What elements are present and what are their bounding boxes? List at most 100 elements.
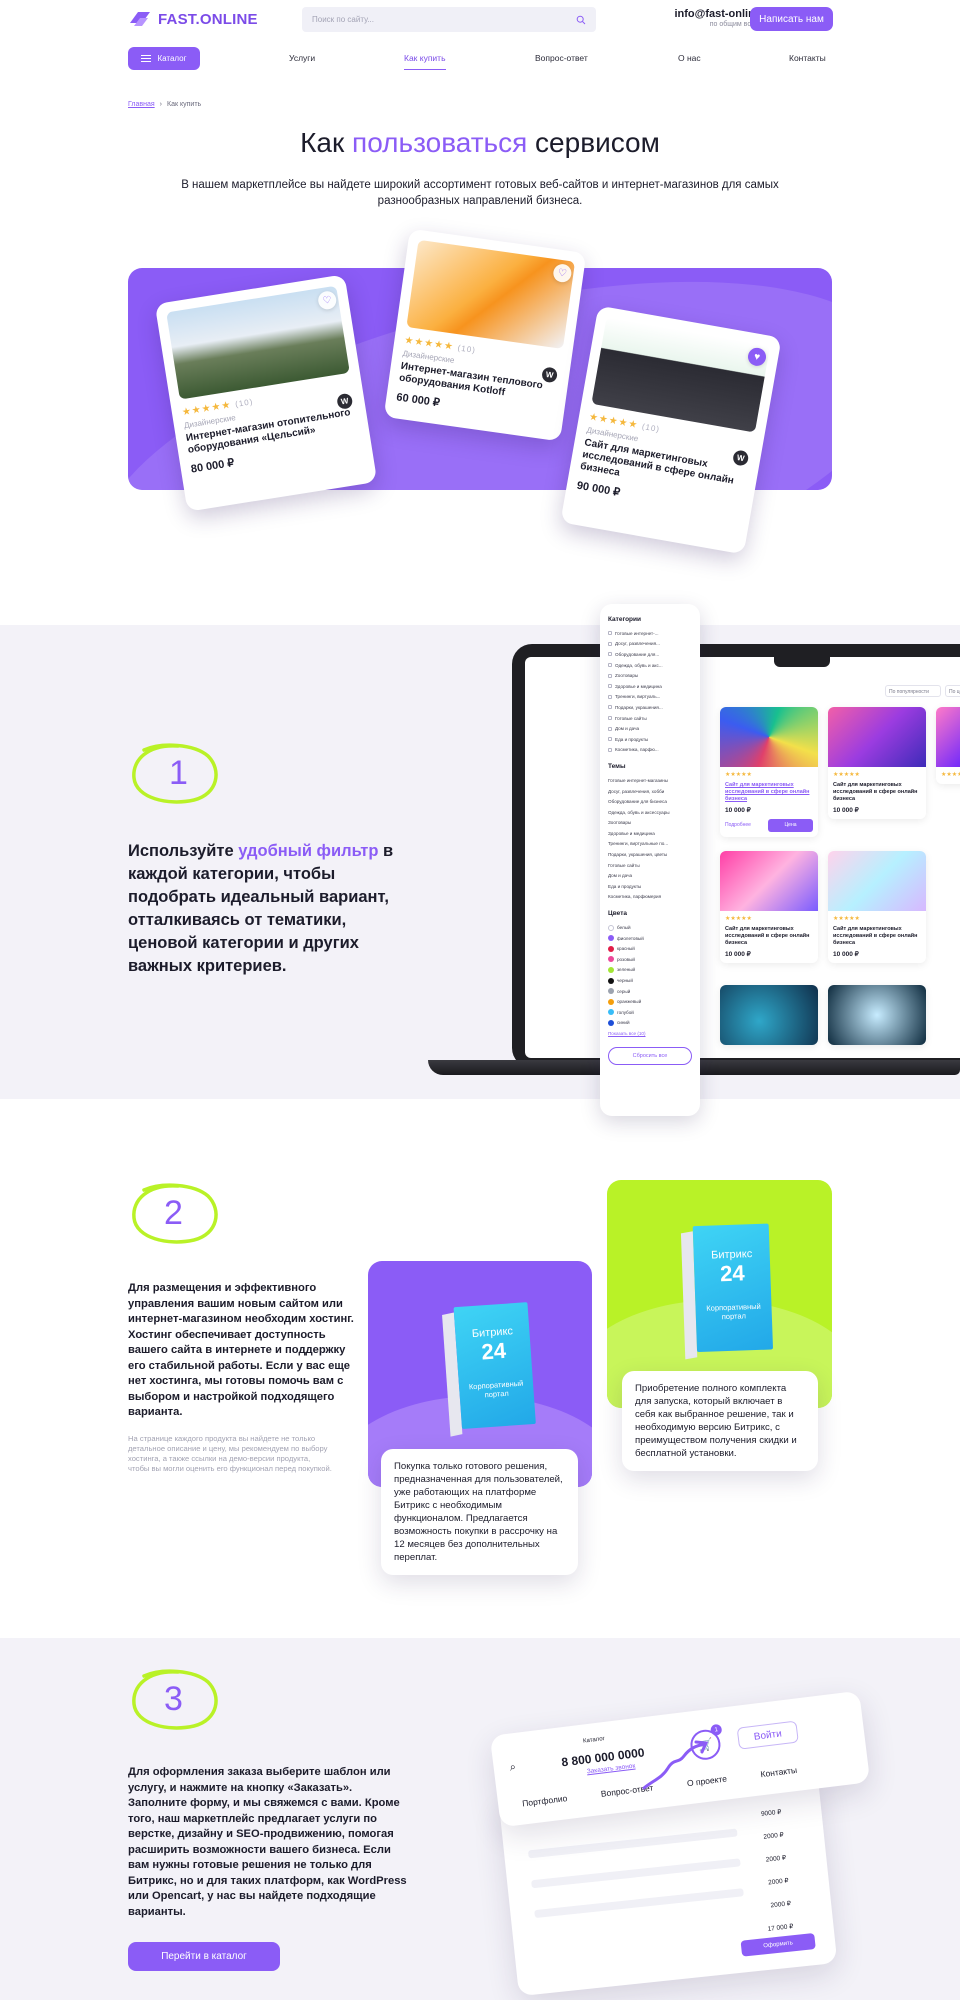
filter-color-option[interactable]: черный	[608, 975, 692, 986]
nav-item-contacts[interactable]: Контакты	[789, 53, 826, 63]
filter-theme-option[interactable]: Косметика, парфюмерия	[608, 892, 692, 903]
logo[interactable]: FAST.ONLINE	[128, 9, 258, 29]
checkbox[interactable]	[608, 716, 612, 721]
filter-category-option[interactable]: Досуг, развлечения...	[608, 639, 692, 650]
filter-color-option[interactable]: серый	[608, 986, 692, 997]
filter-theme-option[interactable]: Здоровье и медицина	[608, 828, 692, 839]
box-number: 24	[719, 1260, 746, 1287]
catalog-card[interactable]: ★★★★★ Сайт для маркетинговых исследовани…	[828, 707, 926, 819]
sort-price-select[interactable]: По цене	[945, 685, 960, 697]
filter-theme-option[interactable]: Зоотовары	[608, 818, 692, 829]
step-number: 2	[164, 1194, 183, 1232]
step1-text-part: в каждой категории, чтобы подобрать идеа…	[128, 842, 394, 975]
product-image	[406, 239, 576, 349]
filter-option-label: Досуг, развлечения, хобби	[608, 788, 665, 794]
catalog-card[interactable]: ★★★★★	[936, 707, 960, 784]
filter-color-option[interactable]: зеленый	[608, 965, 692, 976]
filter-theme-option[interactable]: Досуг, развлечения, хобби	[608, 786, 692, 797]
filter-color-option[interactable]: синий	[608, 1018, 692, 1029]
filter-color-option[interactable]: голубой	[608, 1007, 692, 1018]
nav-item-how-to-buy[interactable]: Как купить	[404, 53, 446, 70]
checkbox[interactable]	[608, 631, 612, 636]
reset-filter-button[interactable]: Сбросить все	[608, 1046, 692, 1065]
mock-price: 2000 ₽	[763, 1831, 785, 1841]
card-image	[720, 707, 818, 767]
checkbox[interactable]	[608, 652, 612, 657]
filter-category-option[interactable]: Готовые интернет-...	[608, 628, 692, 639]
card-title[interactable]: Сайт для маркетинговых исследований в сф…	[833, 926, 921, 947]
filter-category-option[interactable]: Косметика, парфю...	[608, 745, 692, 756]
filter-colors-title: Цвета	[608, 910, 627, 918]
filter-theme-option[interactable]: Оборудование для бизнеса	[608, 796, 692, 807]
checkbox[interactable]	[608, 737, 612, 742]
breadcrumb: Главная › Как купить	[128, 101, 201, 108]
filter-option-label: Еда и продукты	[615, 736, 649, 742]
card-title[interactable]: Сайт для маркетинговых исследований в сф…	[833, 782, 921, 803]
checkbox[interactable]	[608, 641, 612, 646]
filter-categories-list: Готовые интернет-... Досуг, развлечения.…	[608, 628, 692, 755]
search-icon[interactable]	[576, 15, 586, 25]
sort-select[interactable]: По популярности	[885, 685, 941, 697]
filter-category-option[interactable]: Тренинги, виртуаль...	[608, 692, 692, 703]
filter-theme-option[interactable]: Одежда, обувь и аксессуары	[608, 807, 692, 818]
filter-option-label: Готовые интернет-...	[615, 630, 659, 636]
card-image	[828, 707, 926, 767]
checkbox[interactable]	[608, 705, 612, 710]
go-to-catalog-button[interactable]: Перейти в каталог	[128, 1942, 280, 1971]
rating-stars: ★★★★★	[833, 772, 860, 778]
filter-option-label: Здоровье и медицина	[608, 830, 655, 836]
filter-category-option[interactable]: Одежда, обувь и акс...	[608, 660, 692, 671]
filter-theme-option[interactable]: Тренинги, виртуальные по...	[608, 839, 692, 850]
card-image	[828, 985, 926, 1045]
filter-theme-option[interactable]: Подарки, украшения, цветы	[608, 849, 692, 860]
checkbox[interactable]	[608, 684, 612, 689]
checkbox[interactable]	[608, 673, 612, 678]
filter-category-option[interactable]: Дом и дача	[608, 723, 692, 734]
filter-option-label: Zоотовары	[615, 673, 639, 679]
checkbox[interactable]	[608, 694, 612, 699]
buy-button[interactable]: Цена	[768, 819, 813, 832]
catalog-card[interactable]: ★★★★★ Сайт для маркетинговых исследовани…	[828, 851, 926, 963]
card-title[interactable]: Сайт для маркетинговых исследований в сф…	[725, 926, 813, 947]
write-us-button[interactable]: Написать нам	[750, 7, 833, 31]
step-number: 3	[164, 1680, 183, 1718]
checkbox[interactable]	[608, 663, 612, 668]
breadcrumb-home[interactable]: Главная	[128, 101, 155, 108]
catalog-button[interactable]: Каталог	[128, 47, 200, 70]
filter-category-option[interactable]: Zоотовары	[608, 670, 692, 681]
nav-item-about[interactable]: О нас	[678, 53, 701, 63]
filter-category-option[interactable]: Еда и продукты	[608, 734, 692, 745]
filter-theme-option[interactable]: Готовые интернет-магазины	[608, 775, 692, 786]
banner-product-card[interactable]: ♡ ★★★★★ (10) W Дизайнерские Интернет-мага…	[154, 274, 378, 512]
filter-theme-option[interactable]: Готовые сайты	[608, 860, 692, 871]
filter-category-option[interactable]: Готовые сайты	[608, 713, 692, 724]
step1-text-part: Используйте	[128, 842, 239, 860]
filter-color-option[interactable]: белый	[608, 922, 692, 933]
filter-category-option[interactable]: Здоровье и медицина	[608, 681, 692, 692]
banner-product-card[interactable]: ♥ ★★★★★ (10) W Дизайнерские Сайт для марк…	[560, 305, 782, 555]
filter-category-option[interactable]: Подарки, украшения...	[608, 702, 692, 713]
nav-item-services[interactable]: Услуги	[289, 53, 315, 63]
mock-order-button[interactable]: Оформить	[740, 1933, 816, 1957]
nav-item-faq[interactable]: Вопрос-ответ	[535, 53, 588, 63]
search-input[interactable]: Поиск по сайту...	[302, 7, 596, 32]
card-title[interactable]: Сайт для маркетинговых исследований в сф…	[725, 782, 813, 803]
filter-theme-option[interactable]: Еда и продукты	[608, 881, 692, 892]
filter-theme-option[interactable]: Дом и дача	[608, 870, 692, 881]
catalog-card[interactable]	[720, 985, 818, 1045]
mock-tab: Портфолио	[521, 1793, 568, 1809]
filter-color-option[interactable]: оранжевый	[608, 996, 692, 1007]
filter-color-option[interactable]: розовый	[608, 954, 692, 965]
step-number: 1	[169, 754, 188, 792]
catalog-card[interactable]: ★★★★★ Сайт для маркетинговых исследовани…	[720, 851, 818, 963]
banner-product-card[interactable]: ♡ ★★★★★ (10) W Дизайнерские Интернет-мага…	[383, 228, 587, 442]
catalog-card[interactable]	[828, 985, 926, 1045]
show-all-link[interactable]: Показать все (10)	[608, 1028, 692, 1039]
filter-category-option[interactable]: Оборудование для...	[608, 649, 692, 660]
filter-color-option[interactable]: красный	[608, 943, 692, 954]
details-button[interactable]: Подробнее	[725, 819, 764, 832]
checkbox[interactable]	[608, 747, 612, 752]
catalog-card[interactable]: ★★★★★ Сайт для маркетинговых исследовани…	[720, 707, 818, 837]
filter-color-option[interactable]: фиолетовый	[608, 933, 692, 944]
checkbox[interactable]	[608, 726, 612, 731]
